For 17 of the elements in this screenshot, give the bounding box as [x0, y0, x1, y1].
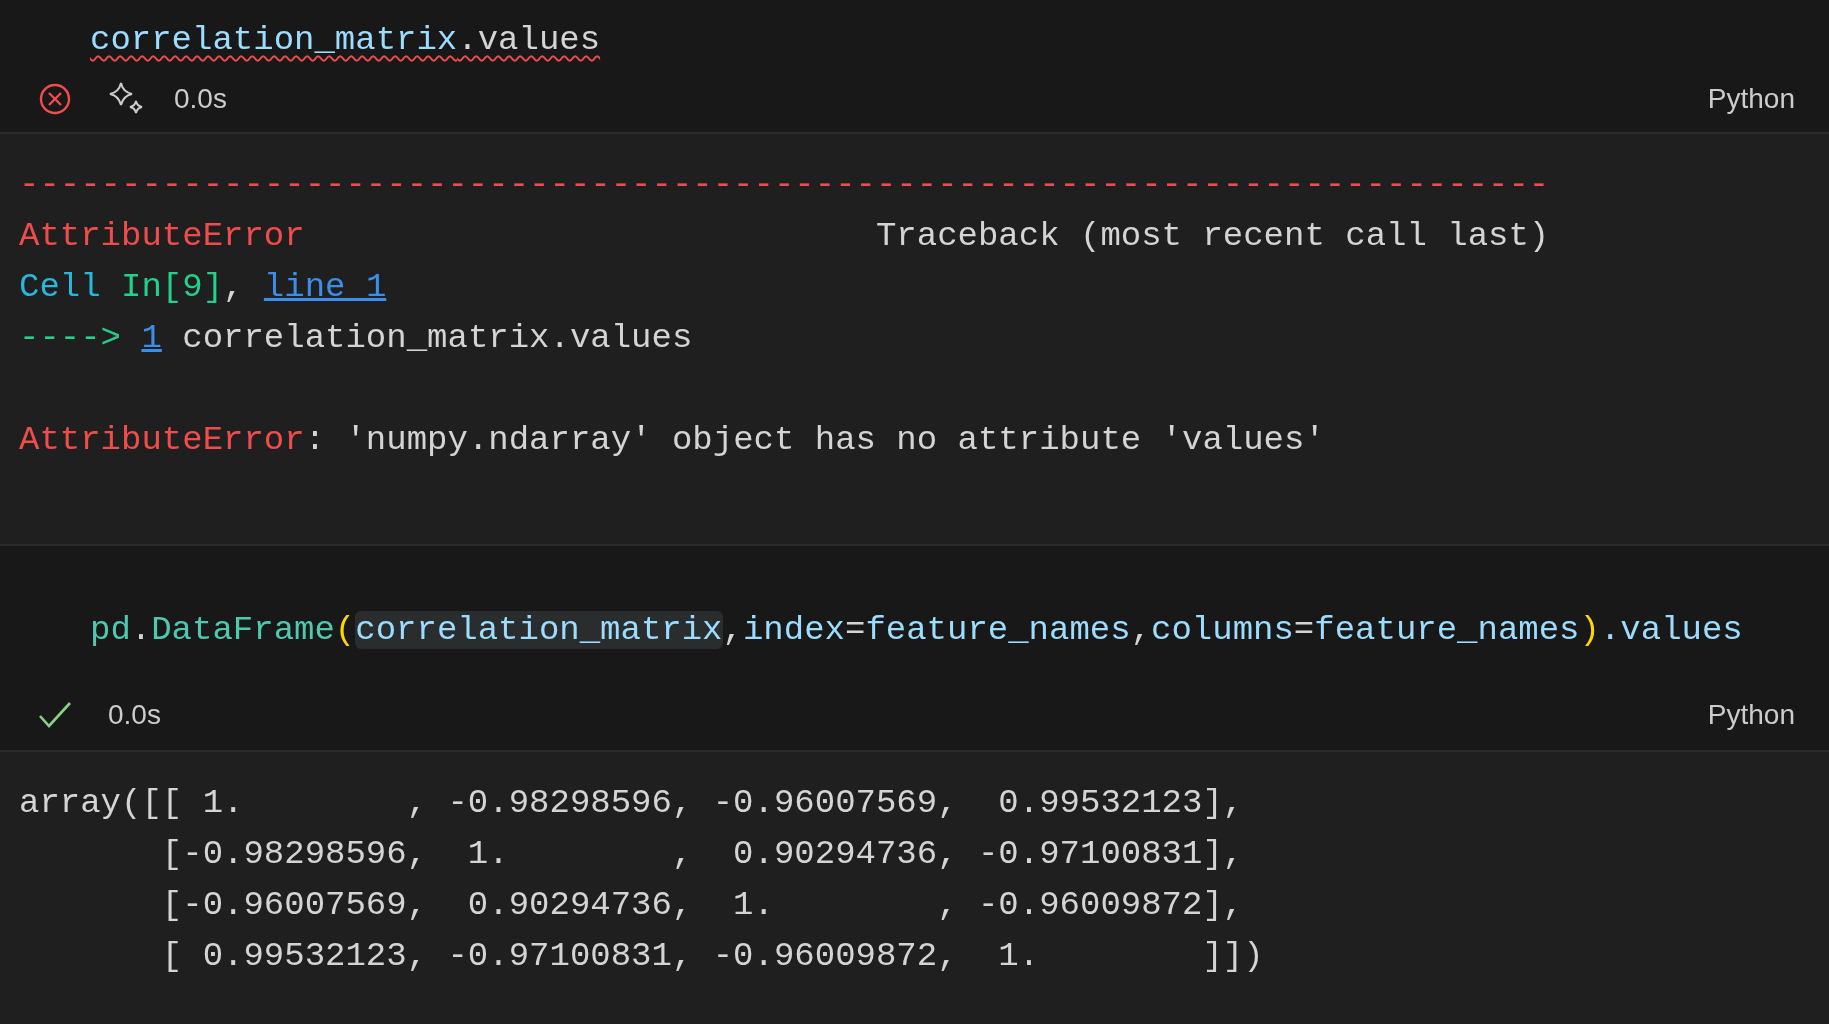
- execution-time: 0.0s: [108, 699, 161, 731]
- output-line: AttributeError Traceback (most recent call last): [19, 216, 1550, 257]
- output-line: Cell In[9], line 1: [19, 267, 387, 308]
- output-line: AttributeError: 'numpy.ndarray' object has no attribute 'values': [19, 420, 1325, 461]
- output-line: ---------------------------------------------------------------------------: [19, 165, 1550, 206]
- output-line: [-0.98298596, 1. , 0.90294736, -0.97100831],: [160, 834, 1244, 875]
- code-editor[interactable]: pd.DataFrame(correlation_matrix,index=feature_names,columns=feature_names).values: [0, 544, 1829, 656]
- output-line: [-0.96007569, 0.90294736, 1. , -0.96009872],: [160, 885, 1244, 926]
- output-line: array([[ 1. , -0.98298596, -0.96007569, 0.99532123],: [19, 783, 1244, 824]
- code-editor[interactable]: correlation_matrix.values: [0, 0, 1829, 66]
- code-line: pd.DataFrame(correlation_matrix,index=feature_names,columns=feature_names).values: [90, 610, 1743, 651]
- language-label[interactable]: Python: [1707, 699, 1795, 731]
- language-label[interactable]: Python: [1707, 83, 1795, 115]
- execution-time: 0.0s: [174, 83, 227, 115]
- output-line: ----> 1 correlation_matrix.values: [19, 318, 693, 359]
- code-line: correlation_matrix.values: [90, 20, 601, 61]
- output-line: [ 0.99532123, -0.97100831, -0.96009872, 1. ]]): [160, 936, 1264, 977]
